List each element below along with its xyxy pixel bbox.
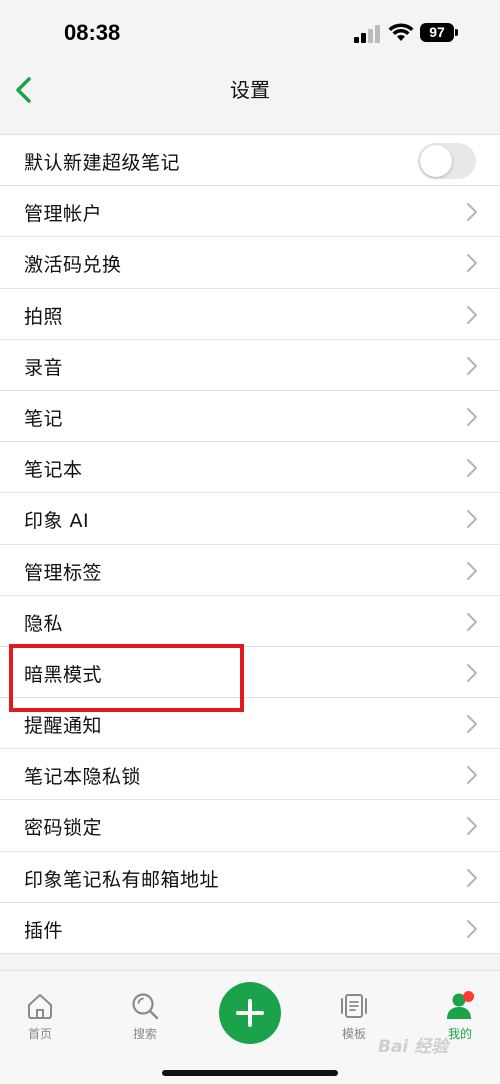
settings-row-camera[interactable]: 拍照 xyxy=(0,289,500,340)
settings-row-label: 管理标签 xyxy=(24,561,103,584)
settings-row-label: 激活码兑换 xyxy=(24,254,122,277)
settings-row-manage-tags[interactable]: 管理标签 xyxy=(0,545,500,596)
chevron-right-icon xyxy=(467,407,477,426)
settings-row-label: 笔记本隐私锁 xyxy=(24,766,142,789)
status-time: 08:38 xyxy=(64,20,121,45)
settings-row-label: 印象笔记私有邮箱地址 xyxy=(24,868,220,891)
settings-row-ai[interactable]: 印象 AI xyxy=(0,493,500,545)
chevron-right-icon xyxy=(467,305,477,324)
settings-row-label: 默认新建超级笔记 xyxy=(24,152,181,174)
settings-row-notebooks[interactable]: 笔记本 xyxy=(0,442,500,494)
tab-home[interactable]: 首页 xyxy=(0,983,80,1042)
settings-row-label: 管理帐户 xyxy=(24,203,103,226)
chevron-right-icon xyxy=(467,203,477,222)
tab-search[interactable]: 搜索 xyxy=(105,983,185,1042)
chevron-right-icon xyxy=(467,715,477,734)
settings-row-label: 印象 AI xyxy=(24,510,90,533)
settings-row-label: 密码锁定 xyxy=(24,817,103,840)
battery-indicator: 97 xyxy=(420,23,454,42)
settings-row-manage-account[interactable]: 管理帐户 xyxy=(0,186,500,238)
chevron-right-icon xyxy=(467,766,477,785)
settings-row-notebook-lock[interactable]: 笔记本隐私锁 xyxy=(0,749,500,801)
settings-row-label: 笔记 xyxy=(24,407,64,430)
nav-bar: 设置 xyxy=(0,64,500,114)
tab-label: 首页 xyxy=(27,1027,52,1041)
chevron-right-icon xyxy=(467,561,477,580)
settings-list: 默认新建超级笔记 管理帐户 激活码兑换 拍照 录音 笔记 笔记本 印象 AI 管… xyxy=(0,134,500,954)
settings-row-activation-code[interactable]: 激活码兑换 xyxy=(0,237,500,289)
settings-row-label: 笔记本 xyxy=(24,459,83,482)
tab-label: 搜索 xyxy=(132,1027,157,1041)
settings-row-default-super-note: 默认新建超级笔记 xyxy=(0,135,500,187)
search-icon xyxy=(132,993,159,1020)
settings-row-passcode-lock[interactable]: 密码锁定 xyxy=(0,800,500,852)
settings-row-reminders[interactable]: 提醒通知 xyxy=(0,698,500,750)
cellular-signal-icon xyxy=(354,25,380,43)
settings-row-notes[interactable]: 笔记 xyxy=(0,391,500,443)
chevron-right-icon xyxy=(467,356,477,375)
settings-row-recording[interactable]: 录音 xyxy=(0,340,500,391)
toggle-knob xyxy=(420,145,452,177)
notification-badge-dot xyxy=(463,991,474,1002)
settings-row-plugins[interactable]: 插件 xyxy=(0,903,500,954)
settings-row-label: 插件 xyxy=(24,919,64,942)
chevron-right-icon xyxy=(467,459,477,478)
settings-row-dark-mode[interactable]: 暗黑模式 xyxy=(0,647,500,699)
add-note-button[interactable] xyxy=(219,982,281,1044)
settings-row-label: 隐私 xyxy=(24,612,64,635)
chevron-right-icon xyxy=(467,868,477,887)
chevron-right-icon xyxy=(467,254,477,273)
template-icon xyxy=(341,994,367,1018)
chevron-right-icon xyxy=(467,919,477,938)
settings-row-privacy[interactable]: 隐私 xyxy=(0,596,500,647)
wifi-icon xyxy=(388,23,414,41)
plus-icon xyxy=(236,999,264,1027)
chevron-right-icon xyxy=(467,817,477,836)
settings-row-label: 提醒通知 xyxy=(24,715,103,738)
watermark: Bai 经验 xyxy=(378,1037,449,1057)
chevron-right-icon xyxy=(467,612,477,631)
settings-row-label: 暗黑模式 xyxy=(24,663,103,686)
chevron-right-icon xyxy=(467,510,477,529)
home-indicator xyxy=(162,1070,338,1076)
status-bar: 08:38 97 xyxy=(0,0,500,64)
chevron-right-icon xyxy=(467,663,477,682)
home-icon xyxy=(28,994,52,1019)
settings-row-label: 录音 xyxy=(24,356,64,379)
default-super-note-toggle[interactable] xyxy=(418,143,476,179)
settings-row-private-email[interactable]: 印象笔记私有邮箱地址 xyxy=(0,852,500,903)
page-title: 设置 xyxy=(230,78,270,102)
settings-row-label: 拍照 xyxy=(24,305,64,328)
battery-tip xyxy=(455,29,458,36)
